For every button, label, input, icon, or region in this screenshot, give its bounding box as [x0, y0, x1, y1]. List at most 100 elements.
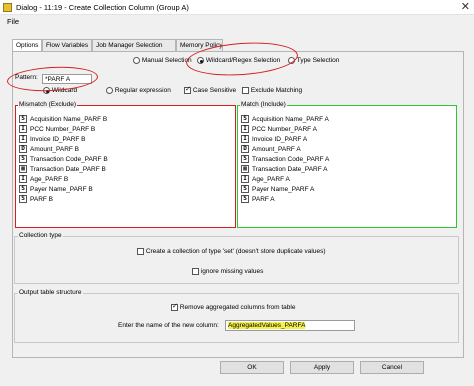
- match-row[interactable]: I Invoice ID_PARF A: [241, 134, 329, 144]
- match-column-name: PCC Number_PARF A: [252, 125, 317, 133]
- wildcard-regex-selection-radio[interactable]: [197, 57, 204, 64]
- tab-memory-policy[interactable]: Memory Policy: [176, 39, 223, 51]
- column-type-icon: I: [19, 135, 27, 143]
- wildcard-radio[interactable]: [43, 87, 50, 94]
- apply-button[interactable]: Apply: [290, 361, 354, 374]
- tab-flow-variables[interactable]: Flow Variables: [42, 39, 92, 51]
- match-column-name: Invoice ID_PARF A: [252, 135, 308, 143]
- column-type-icon: ▦: [241, 165, 249, 173]
- mismatch-title: Mismatch (Exclude): [18, 101, 78, 108]
- ignore-missing-checkbox[interactable]: [192, 268, 199, 275]
- match-list[interactable]: S Acquisition Name_PARF A I PCC Number_PARF…: [237, 105, 457, 228]
- mismatch-list[interactable]: S Acquisition Name_PARF B I PCC Number_PARF…: [15, 105, 236, 228]
- match-row[interactable]: D Amount_PARF A: [241, 144, 329, 154]
- column-type-icon: S: [19, 185, 27, 193]
- ok-button[interactable]: OK: [220, 361, 284, 374]
- column-type-icon: ▦: [19, 165, 27, 173]
- match-row[interactable]: S Payer Name_PARF A: [241, 184, 329, 194]
- case-sensitive-label: Case Sensitive: [192, 87, 237, 95]
- match-row[interactable]: S Acquisition Name_PARF A: [241, 114, 329, 124]
- mismatch-row[interactable]: I PCC Number_PARF B: [19, 124, 108, 134]
- match-column-name: Payer Name_PARF A: [252, 185, 315, 193]
- mismatch-row[interactable]: I Invoice ID_PARF B: [19, 134, 108, 144]
- match-row[interactable]: S Transaction Code_PARF A: [241, 154, 329, 164]
- create-set-label: Create a collection of type 'set' (doesn…: [145, 248, 326, 256]
- mismatch-column-name: Age_PARF B: [30, 175, 69, 183]
- remove-aggregated-label: Remove aggregated columns from table: [179, 304, 296, 312]
- column-type-icon: D: [241, 145, 249, 153]
- wildcard-option[interactable]: Wildcard: [43, 87, 77, 94]
- remove-aggregated-option[interactable]: Remove aggregated columns from table: [171, 302, 296, 312]
- output-structure-group: [14, 293, 459, 343]
- match-rows: S Acquisition Name_PARF A I PCC Number_PARF…: [241, 114, 329, 204]
- create-set-option[interactable]: Create a collection of type 'set' (doesn…: [137, 248, 326, 255]
- match-column-name: Transaction Date_PARF A: [252, 165, 328, 173]
- mismatch-row[interactable]: ▦ Transaction Date_PARF B: [19, 164, 108, 174]
- match-row[interactable]: ▦ Transaction Date_PARF A: [241, 164, 329, 174]
- case-sensitive-checkbox[interactable]: [184, 85, 191, 94]
- match-column-name: Amount_PARF A: [252, 145, 301, 153]
- wildcard-regex-selection-option[interactable]: Wildcard/Regex Selection: [197, 57, 280, 64]
- mismatch-row[interactable]: S PARF B: [19, 194, 108, 204]
- column-type-icon: S: [19, 195, 27, 203]
- mismatch-column-name: Transaction Code_PARF B: [30, 155, 108, 163]
- close-icon[interactable]: ✕: [461, 0, 470, 14]
- cancel-button[interactable]: Cancel: [360, 361, 424, 374]
- pattern-label: Pattern:: [15, 74, 38, 81]
- match-row[interactable]: S PARF A: [241, 194, 329, 204]
- manual-selection-option[interactable]: Manual Selection: [133, 57, 192, 64]
- mismatch-column-name: Amount_PARF B: [30, 145, 80, 153]
- output-structure-title: Output table structure: [18, 289, 83, 296]
- column-type-icon: S: [241, 195, 249, 203]
- match-row[interactable]: I PCC Number_PARF A: [241, 124, 329, 134]
- mismatch-column-name: Transaction Date_PARF B: [30, 165, 106, 173]
- column-type-icon: D: [19, 145, 27, 153]
- exclude-matching-checkbox[interactable]: [242, 87, 249, 94]
- wildcard-label: Wildcard: [51, 87, 78, 95]
- column-type-icon: I: [19, 175, 27, 183]
- column-type-icon: S: [19, 155, 27, 163]
- mismatch-row[interactable]: S Payer Name_PARF B: [19, 184, 108, 194]
- column-type-icon: S: [19, 115, 27, 123]
- mismatch-rows: S Acquisition Name_PARF B I PCC Number_PARF…: [19, 114, 108, 204]
- knime-app-icon: [3, 3, 12, 12]
- match-row[interactable]: I Age_PARF A: [241, 174, 329, 184]
- wildcard-regex-selection-label: Wildcard/Regex Selection: [205, 57, 281, 65]
- regex-option[interactable]: Regular expression: [106, 87, 171, 94]
- column-type-icon: I: [241, 135, 249, 143]
- mismatch-column-name: PARF B: [30, 195, 53, 203]
- remove-aggregated-checkbox[interactable]: [171, 302, 178, 311]
- menu-bar: File: [0, 15, 474, 29]
- manual-selection-label: Manual Selection: [141, 57, 192, 65]
- mismatch-row[interactable]: I Age_PARF B: [19, 174, 108, 184]
- match-title: Match (Include): [240, 101, 287, 108]
- mismatch-row[interactable]: D Amount_PARF B: [19, 144, 108, 154]
- type-selection-radio[interactable]: [288, 57, 295, 64]
- ignore-missing-option[interactable]: ignore missing values: [192, 268, 263, 275]
- column-type-icon: S: [241, 185, 249, 193]
- exclude-matching-label: Exclude Matching: [250, 87, 303, 95]
- ignore-missing-label: ignore missing values: [200, 268, 264, 276]
- create-set-checkbox[interactable]: [137, 248, 144, 255]
- new-column-name-value: AggregatedValues_PARFA: [228, 322, 306, 329]
- exclude-matching-option[interactable]: Exclude Matching: [242, 87, 302, 94]
- mismatch-row[interactable]: S Acquisition Name_PARF B: [19, 114, 108, 124]
- regex-label: Regular expression: [114, 87, 171, 95]
- menu-file[interactable]: File: [7, 17, 19, 26]
- pattern-input[interactable]: *PARF A: [42, 74, 92, 84]
- column-type-icon: I: [241, 125, 249, 133]
- case-sensitive-option[interactable]: Case Sensitive: [184, 85, 237, 95]
- match-column-name: PARF A: [252, 195, 275, 203]
- mismatch-column-name: Acquisition Name_PARF B: [30, 115, 108, 123]
- mismatch-row[interactable]: S Transaction Code_PARF B: [19, 154, 108, 164]
- mismatch-column-name: Invoice ID_PARF B: [30, 135, 86, 143]
- manual-selection-radio[interactable]: [133, 57, 140, 64]
- type-selection-option[interactable]: Type Selection: [288, 57, 339, 64]
- title-bar: Dialog - 11:19 - Create Collection Colum…: [0, 0, 474, 15]
- match-column-name: Transaction Code_PARF A: [252, 155, 330, 163]
- tab-job-manager-selection[interactable]: Job Manager Selection: [92, 39, 176, 51]
- regex-radio[interactable]: [106, 87, 113, 94]
- type-selection-label: Type Selection: [296, 57, 340, 65]
- new-column-name-label: Enter the name of the new column:: [118, 322, 219, 329]
- new-column-name-input[interactable]: AggregatedValues_PARFA: [225, 320, 355, 331]
